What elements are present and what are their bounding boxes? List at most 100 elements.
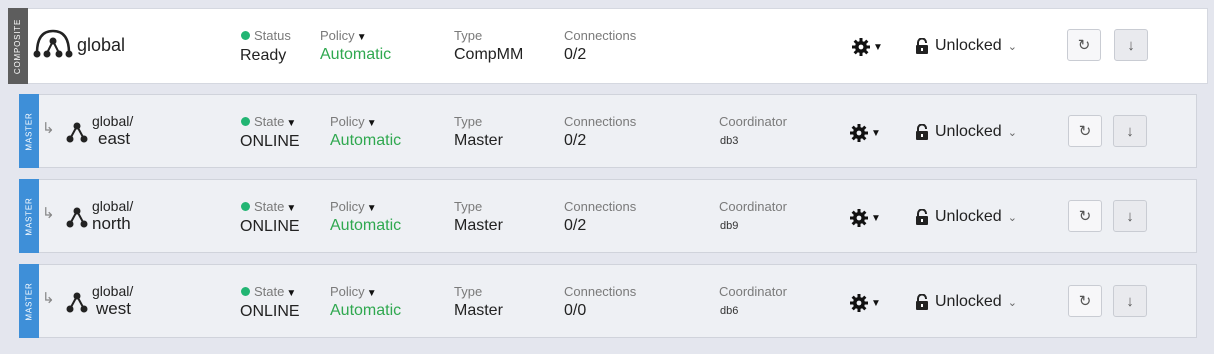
type-value: Master [454,302,503,319]
policy-dropdown[interactable]: Policy ▼ [330,199,377,214]
composite-name[interactable]: global [77,35,125,56]
type-label: Type [454,114,483,129]
chevron-down-icon: ▼ [366,288,377,299]
chevron-down-icon: ▼ [286,288,297,299]
master-service-row: MASTER ↳ global/ west State ▼ ONLINE Poli… [19,264,1197,338]
arrow-down-icon: ↓ [1127,36,1135,54]
state-dropdown[interactable]: State ▼ [241,114,296,129]
lock-label: Unlocked [935,123,1002,140]
master-node-icon [66,291,88,318]
settings-menu[interactable]: ▼ [849,123,881,143]
gear-icon [852,38,870,56]
arrow-down-icon: ↓ [1126,207,1134,225]
connections-label: Connections [564,199,637,214]
gear-icon [850,209,868,227]
settings-menu[interactable]: ▼ [851,37,883,57]
chevron-down-icon: ▼ [366,118,377,129]
status-dot-icon [241,202,250,211]
cluster-nodes-icon [33,27,73,64]
coordinator-label: Coordinator [719,199,787,214]
refresh-icon: ↻ [1078,123,1092,140]
chevron-down-icon: ▼ [873,41,883,53]
composite-side-band: COMPOSITE [8,8,28,84]
policy-dropdown[interactable]: Policy ▼ [330,114,377,129]
lock-label: Unlocked [935,37,1002,54]
policy-dropdown[interactable]: Policy ▼ [330,284,377,299]
master-side-band: MASTER [19,179,39,253]
refresh-button[interactable]: ↻ [1068,285,1102,317]
download-button[interactable]: ↓ [1114,29,1148,61]
policy-value: Automatic [330,132,402,149]
status-label: Status [241,28,291,43]
lock-icon [916,38,928,54]
service-name-prefix: global/ [92,113,134,129]
state-value: ONLINE [240,303,300,320]
lock-dropdown[interactable]: Unlocked ⌄ [915,208,1017,226]
lock-dropdown[interactable]: Unlocked ⌄ [915,123,1017,141]
type-label: Type [454,284,483,299]
chevron-down-icon: ⌄ [1007,211,1017,224]
master-side-band: MASTER [19,94,39,168]
master-service-row: MASTER ↳ global/ east State ▼ ONLINE Poli… [19,94,1197,168]
service-name[interactable]: east [98,129,130,149]
coordinator-value: db3 [720,135,739,147]
settings-menu[interactable]: ▼ [849,208,881,228]
chevron-down-icon: ▼ [871,297,881,309]
chevron-down-icon: ▼ [871,127,881,139]
master-side-label: MASTER [24,281,34,321]
policy-value: Automatic [320,46,392,63]
master-side-label: MASTER [24,111,34,151]
coordinator-label: Coordinator [719,284,787,299]
coordinator-label: Coordinator [719,114,787,129]
download-button[interactable]: ↓ [1113,200,1147,232]
master-node-icon [66,121,88,148]
connections-value: 0/2 [564,46,587,63]
gear-icon [850,124,868,142]
chevron-down-icon: ▼ [366,203,377,214]
refresh-button[interactable]: ↻ [1068,200,1102,232]
coordinator-value: db9 [720,220,739,232]
chevron-down-icon: ▼ [286,203,297,214]
master-side-label: MASTER [24,196,34,236]
lock-label: Unlocked [935,293,1002,310]
refresh-button[interactable]: ↻ [1068,115,1102,147]
lock-icon [916,209,928,225]
state-dropdown[interactable]: State ▼ [241,284,296,299]
master-side-band: MASTER [19,264,39,338]
child-arrow-icon: ↳ [42,290,55,307]
composite-side-label: COMPOSITE [13,18,23,74]
connections-value: 0/2 [564,132,587,149]
master-node-icon [66,206,88,233]
master-service-row: MASTER ↳ global/ north State ▼ ONLINE Pol… [19,179,1197,253]
service-name-prefix: global/ [92,283,134,299]
refresh-icon: ↻ [1078,208,1092,225]
service-name[interactable]: west [96,299,131,319]
type-label: Type [454,199,483,214]
status-dot-icon [241,31,250,40]
service-name[interactable]: north [92,214,131,234]
chevron-down-icon: ▼ [871,212,881,224]
lock-label: Unlocked [935,208,1002,225]
arrow-down-icon: ↓ [1126,292,1134,310]
connections-label: Connections [564,114,637,129]
policy-dropdown[interactable]: Policy ▼ [320,28,367,43]
lock-icon [916,294,928,310]
settings-menu[interactable]: ▼ [849,293,881,313]
chevron-down-icon: ▼ [356,32,367,43]
refresh-button[interactable]: ↻ [1067,29,1101,61]
status-value: Ready [240,47,287,64]
chevron-down-icon: ⌄ [1007,296,1017,309]
connections-value: 0/2 [564,217,587,234]
lock-dropdown[interactable]: Unlocked ⌄ [915,37,1017,55]
composite-service-row: COMPOSITE global Status Ready Policy ▼ Au… [8,8,1208,84]
type-value: Master [454,132,503,149]
state-dropdown[interactable]: State ▼ [241,199,296,214]
gear-icon [850,294,868,312]
download-button[interactable]: ↓ [1113,285,1147,317]
status-dot-icon [241,287,250,296]
lock-icon [916,124,928,140]
chevron-down-icon: ⌄ [1007,126,1017,139]
type-value: CompMM [454,46,524,63]
lock-dropdown[interactable]: Unlocked ⌄ [915,293,1017,311]
download-button[interactable]: ↓ [1113,115,1147,147]
